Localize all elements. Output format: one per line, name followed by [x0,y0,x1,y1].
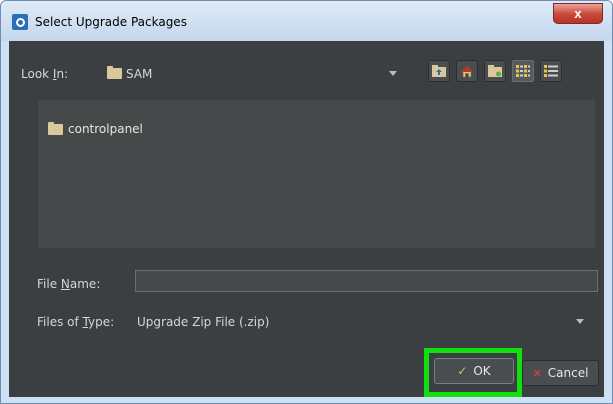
home-button[interactable] [456,60,478,82]
look-in-label: Look In: [21,67,69,81]
look-in-combo[interactable]: SAM [107,66,153,81]
new-folder-icon [488,65,502,77]
look-in-value: SAM [126,67,153,81]
file-type-label: Files of Type: [37,315,115,329]
look-in-dropdown-arrow-icon[interactable] [389,71,397,76]
window-title: Select Upgrade Packages [35,15,187,29]
app-icon [12,14,28,30]
details-view-icon [544,65,558,77]
dialog-window: Select Upgrade Packages x Look In: SAM c… [0,0,613,404]
check-icon: ✓ [457,364,468,378]
file-list[interactable]: controlpanel [38,100,595,248]
title-bar[interactable]: Select Upgrade Packages x [1,1,612,41]
dialog-content: Look In: SAM controlpanel File Name: Fil… [9,41,604,397]
details-view-button[interactable] [540,60,562,82]
file-type-combo[interactable]: Upgrade Zip File (.zip) [137,315,269,329]
file-item-name: controlpanel [68,122,143,136]
list-view-icon [516,65,530,77]
up-folder-icon [432,65,446,77]
up-one-level-button[interactable] [428,60,450,82]
ok-button[interactable]: ✓ OK [434,358,514,384]
home-icon [460,65,474,77]
cancel-button[interactable]: ✕ Cancel [522,360,599,386]
file-type-dropdown-arrow-icon[interactable] [576,319,584,324]
cancel-x-icon: ✕ [532,366,542,380]
ok-button-label: OK [473,364,491,378]
list-view-button[interactable] [512,60,534,82]
cancel-button-label: Cancel [547,366,589,380]
close-button[interactable]: x [553,3,603,24]
list-item[interactable]: controlpanel [48,121,143,136]
new-folder-button[interactable] [484,60,506,82]
file-name-label: File Name: [37,277,101,291]
folder-icon [107,66,122,79]
file-name-field[interactable] [135,270,598,292]
folder-icon [48,121,63,135]
